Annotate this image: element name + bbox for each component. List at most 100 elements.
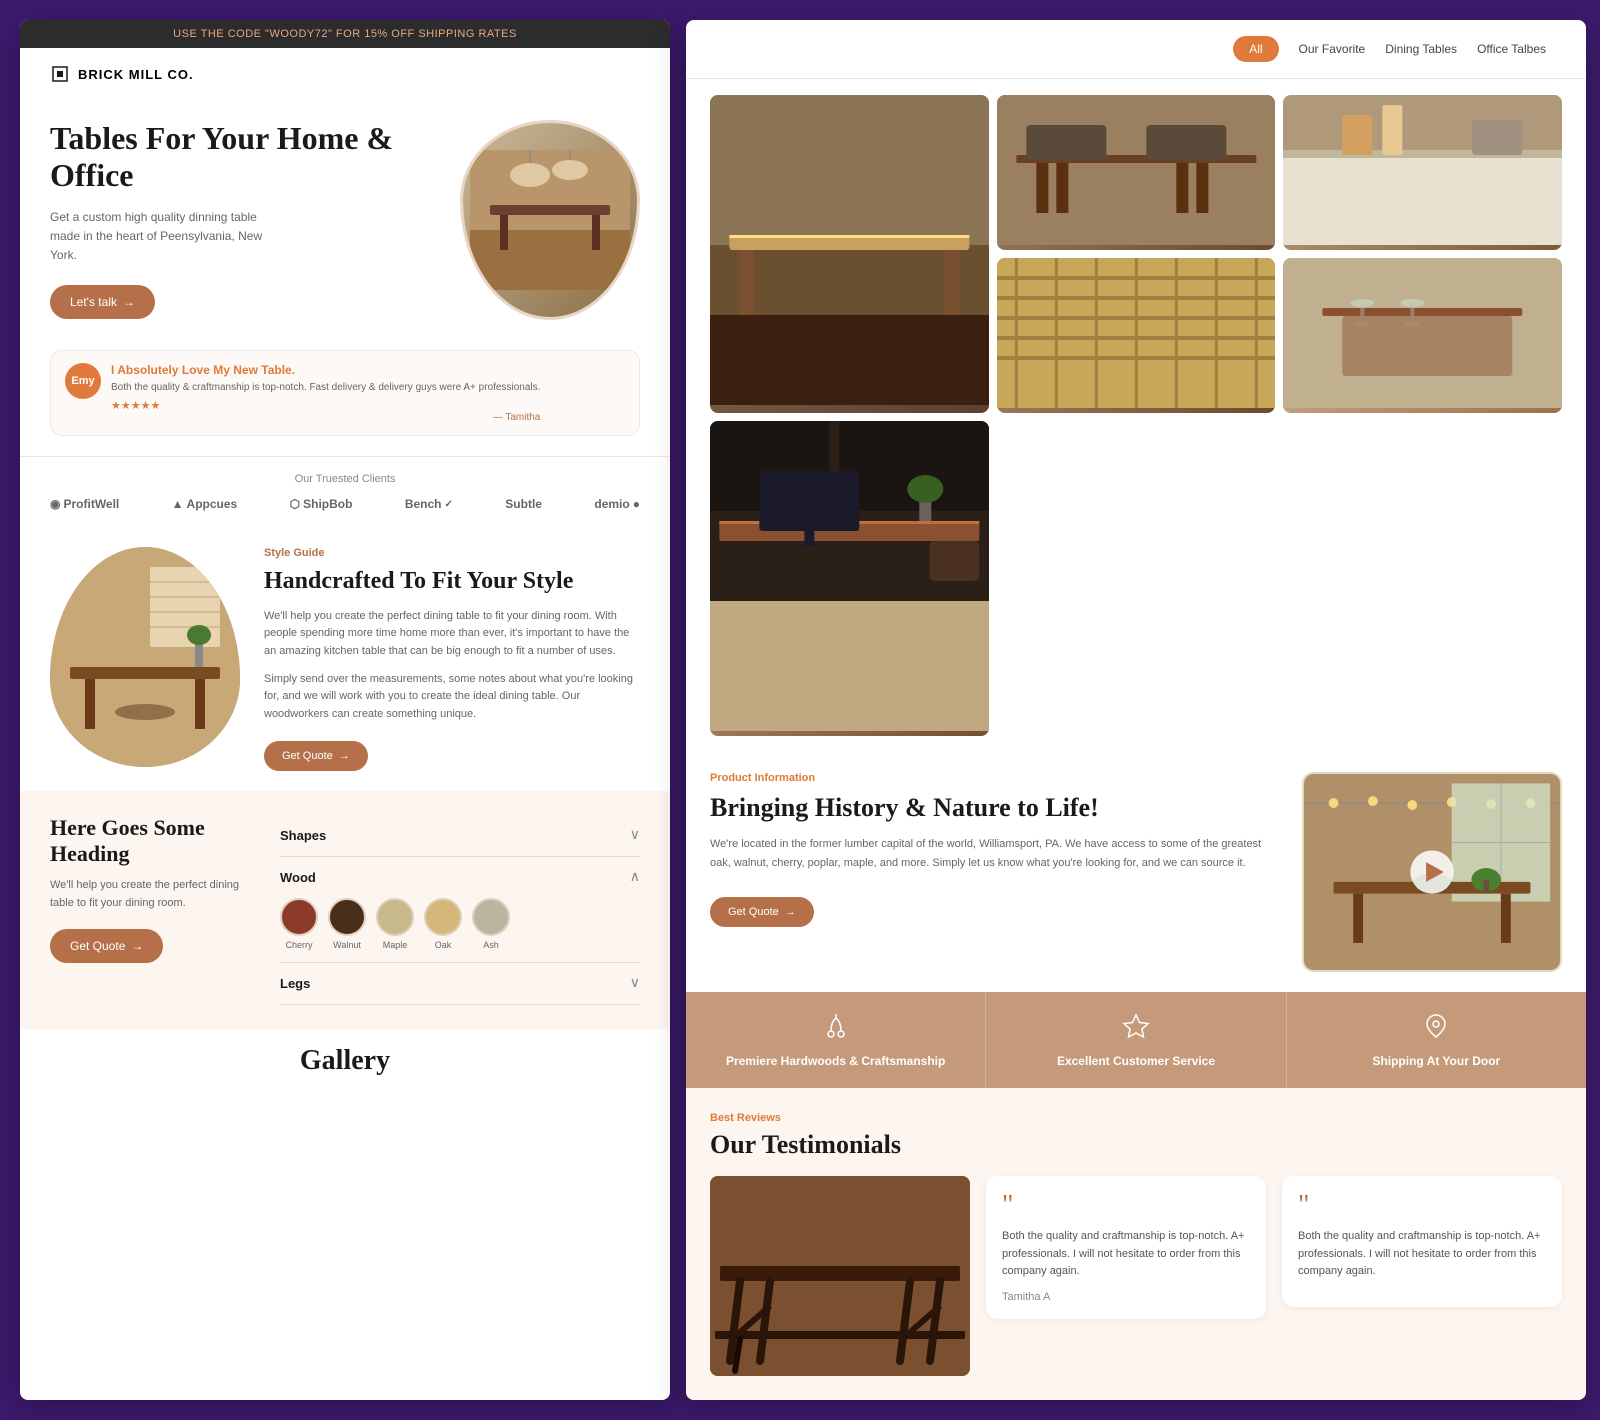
test-text-2: Both the quality and craftmanship is top…: [1298, 1228, 1546, 1281]
maple-label: Maple: [383, 940, 408, 950]
filter-dining-link[interactable]: Dining Tables: [1385, 42, 1457, 56]
promo-code: "WOODY72" FOR 15% OFF SHIPPING RATES: [265, 28, 517, 40]
test-card-2: " Both the quality and craftmanship is t…: [1282, 1176, 1562, 1307]
client-bench: Bench✓: [405, 497, 453, 511]
test-card-1: " Both the quality and craftmanship is t…: [986, 1176, 1266, 1319]
gallery-cell-4: [997, 258, 1276, 413]
logo-icon: [50, 64, 70, 84]
testimonials-title: Our Testimonials: [710, 1130, 1562, 1160]
oak-label: Oak: [435, 940, 452, 950]
product-info-section: Product Information Bringing History & N…: [686, 752, 1586, 992]
oak-swatch-circle: [424, 898, 462, 936]
maple-swatch-circle: [376, 898, 414, 936]
review-stars: ★★★★★: [111, 399, 540, 412]
bench-image: [710, 1176, 970, 1376]
style-guide-cta[interactable]: Get Quote: [264, 741, 368, 771]
filter-all-button[interactable]: All: [1233, 36, 1278, 62]
feature-service-label: Excellent Customer Service: [1057, 1054, 1215, 1068]
hero-image: [460, 120, 640, 320]
swatch-oak[interactable]: Oak: [424, 898, 462, 950]
product-info-left: Product Information Bringing History & N…: [710, 772, 1302, 927]
style-guide-tag: Style Guide: [264, 547, 640, 559]
hardwoods-icon: [822, 1012, 850, 1046]
header: BRICK MILL CO.: [20, 48, 670, 100]
style-guide-content: Style Guide Handcrafted To Fit Your Styl…: [264, 547, 640, 771]
review-card: Emy I Absolutely Love My New Table. Both…: [50, 350, 640, 436]
review-title: I Absolutely Love My New Table.: [111, 363, 540, 377]
accordion-wood[interactable]: Wood ∧ Cherry Walnut: [280, 857, 640, 963]
hero-section: Tables For Your Home & Office Get a cust…: [20, 100, 670, 350]
filter-office-link[interactable]: Office Talbes: [1477, 42, 1546, 56]
swatch-ash[interactable]: Ash: [472, 898, 510, 950]
accordion-legs[interactable]: Legs ∨: [280, 963, 640, 1005]
accordion-wood-arrow: ∧: [630, 869, 640, 886]
product-image-bg: [1304, 774, 1560, 970]
style-guide-text2: Simply send over the measurements, some …: [264, 671, 640, 724]
bottom-text: We'll help you create the perfect dining…: [50, 877, 250, 912]
style-guide-image: [50, 547, 240, 767]
feature-hardwoods-label: Premiere Hardwoods & Craftsmanship: [726, 1054, 945, 1068]
testimonials-tag: Best Reviews: [710, 1112, 1562, 1124]
logo-text: BRICK MILL CO.: [78, 67, 194, 82]
bottom-section: Here Goes Some Heading We'll help you cr…: [20, 791, 670, 1029]
swatch-cherry[interactable]: Cherry: [280, 898, 318, 950]
hero-image-bg: [463, 123, 637, 317]
service-icon: [1122, 1012, 1150, 1046]
style-guide-title: Handcrafted To Fit Your Style: [264, 567, 640, 596]
testimonials-section: Best Reviews Our Testimonials: [686, 1088, 1586, 1400]
hero-cta-button[interactable]: Let's talk: [50, 285, 155, 319]
clients-logos: ◉ ProfitWell ▲ Appcues ⬡ ShipBob Bench✓ …: [50, 497, 640, 511]
gallery-heading: Gallery: [20, 1029, 670, 1077]
review-text: Both the quality & craftmanship is top-n…: [111, 380, 540, 395]
bottom-heading: Here Goes Some Heading: [50, 815, 250, 867]
feature-shipping: Shipping At Your Door: [1287, 992, 1586, 1088]
ash-label: Ash: [483, 940, 499, 950]
filter-favorite-link[interactable]: Our Favorite: [1299, 42, 1366, 56]
client-demio: demio●: [594, 497, 640, 511]
clients-label: Our Truested Clients: [50, 473, 640, 485]
cherry-label: Cherry: [285, 940, 312, 950]
features-strip: Premiere Hardwoods & Craftsmanship Excel…: [686, 992, 1586, 1088]
review-content: I Absolutely Love My New Table. Both the…: [111, 363, 540, 423]
feature-shipping-label: Shipping At Your Door: [1372, 1054, 1500, 1068]
ash-swatch-circle: [472, 898, 510, 936]
feature-hardwoods: Premiere Hardwoods & Craftsmanship: [686, 992, 986, 1088]
product-image: [1302, 772, 1562, 972]
swatch-walnut[interactable]: Walnut: [328, 898, 366, 950]
clients-section: Our Truested Clients ◉ ProfitWell ▲ Appc…: [20, 456, 670, 527]
shipbob-icon: ⬡: [290, 497, 300, 511]
swatch-maple[interactable]: Maple: [376, 898, 414, 950]
quote-mark-1: ": [1002, 1192, 1250, 1220]
style-guide-section: Style Guide Handcrafted To Fit Your Styl…: [20, 527, 670, 791]
page-right: All Our Favorite Dining Tables Office Ta…: [686, 20, 1586, 1400]
demio-icon: ●: [633, 497, 640, 511]
accordion-legs-header[interactable]: Legs ∨: [280, 975, 640, 992]
walnut-swatch-circle: [328, 898, 366, 936]
test-text-1: Both the quality and craftmanship is top…: [1002, 1228, 1250, 1281]
appcues-icon: ▲: [172, 497, 184, 511]
accordion-shapes-header[interactable]: Shapes ∨: [280, 827, 640, 844]
style-guide-text1: We'll help you create the perfect dining…: [264, 608, 640, 661]
accordion-legs-arrow: ∨: [630, 975, 640, 992]
hero-title: Tables For Your Home & Office: [50, 120, 440, 194]
product-title: Bringing History & Nature to Life!: [710, 792, 1272, 823]
test-cards: " Both the quality and craftmanship is t…: [986, 1176, 1562, 1319]
product-tag: Product Information: [710, 772, 1272, 784]
accordion-wood-header[interactable]: Wood ∧: [280, 869, 640, 886]
accordion-shapes[interactable]: Shapes ∨: [280, 815, 640, 857]
bottom-right: Shapes ∨ Wood ∧ Cherry: [280, 815, 640, 1005]
pages-wrapper: USE THE CODE "WOODY72" FOR 15% OFF SHIPP…: [20, 20, 1580, 1400]
gallery-cell-1: [710, 95, 989, 413]
bottom-left: Here Goes Some Heading We'll help you cr…: [50, 815, 250, 1005]
promo-bar: USE THE CODE "WOODY72" FOR 15% OFF SHIPP…: [20, 20, 670, 48]
bottom-cta[interactable]: Get Quote: [50, 929, 163, 963]
accordion-shapes-label: Shapes: [280, 828, 326, 843]
hero-left: Tables For Your Home & Office Get a cust…: [50, 120, 440, 319]
feature-service: Excellent Customer Service: [986, 992, 1286, 1088]
accordion-legs-label: Legs: [280, 976, 310, 991]
style-image-bg: [50, 547, 240, 767]
promo-text: USE THE CODE: [173, 28, 265, 40]
product-cta[interactable]: Get Quote: [710, 897, 814, 927]
cherry-swatch-circle: [280, 898, 318, 936]
client-profitwell: ◉ ProfitWell: [50, 497, 119, 511]
